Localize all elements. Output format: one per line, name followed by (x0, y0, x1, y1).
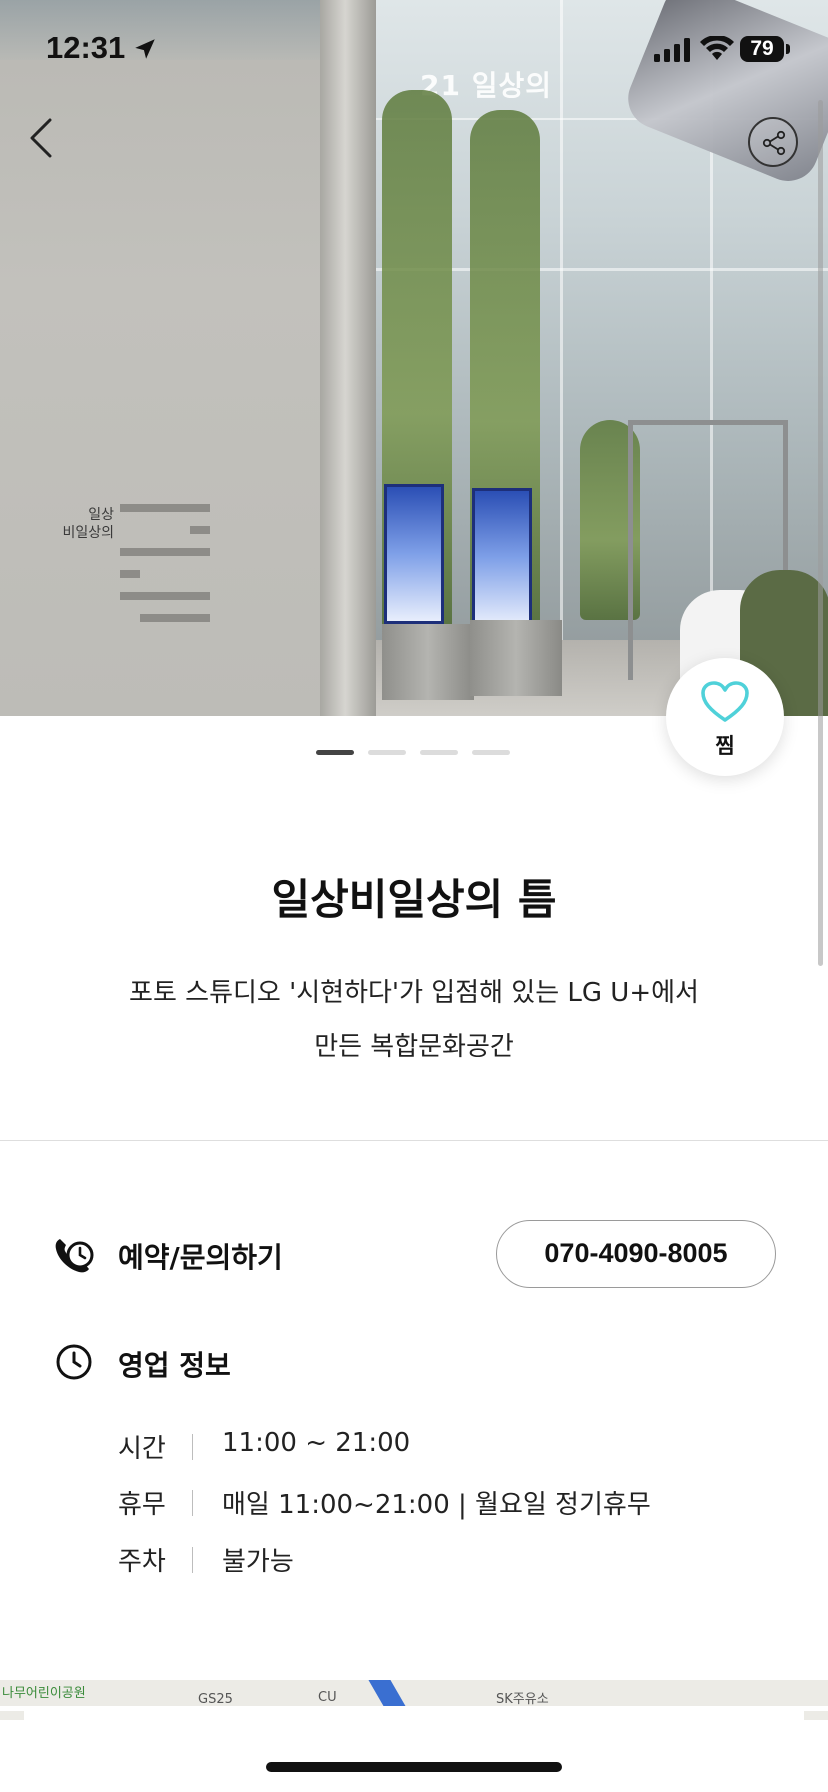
wall-sign-line: 일상 (88, 507, 114, 523)
hours-separator (192, 1434, 193, 1460)
hours-key: 휴무 (118, 1490, 166, 1520)
hours-value: 매일 11:00~21:00 | 월요일 정기휴무 (222, 1490, 651, 1520)
hours-key: 시간 (118, 1434, 166, 1464)
place-title: 일상비일상의 틈 (271, 875, 557, 924)
bottom-sheet-edge (24, 1706, 804, 1726)
business-info-heading: 영업 정보 (118, 1349, 231, 1382)
reservation-heading: 예약/문의하기 (118, 1241, 283, 1274)
hours-separator (192, 1547, 193, 1573)
pager-dot-3[interactable] (420, 750, 458, 755)
planter-box (382, 624, 474, 700)
heart-outline-icon (701, 681, 749, 722)
hours-separator (192, 1490, 193, 1516)
wifi-icon (700, 36, 734, 60)
wall-sign-text: 일상 비일상의 (58, 506, 114, 542)
section-divider (0, 1140, 828, 1141)
pager-dot-2[interactable] (368, 750, 406, 755)
status-time: 12:31 (46, 30, 126, 65)
share-icon (762, 130, 786, 156)
place-description-line: 포토 스튜디오 '시현하다'가 입점해 있는 LG U+에서 (129, 978, 699, 1008)
wall-sign-logo (120, 504, 210, 628)
hours-value: 불가능 (222, 1547, 294, 1577)
back-button[interactable] (18, 110, 64, 166)
phone-number-button[interactable]: 070-4090-8005 (496, 1220, 776, 1288)
clock-icon (56, 1344, 92, 1380)
poster-display (472, 488, 532, 628)
phone-clock-icon (55, 1239, 94, 1273)
map-label: SK주유소 (496, 1692, 549, 1707)
home-indicator[interactable] (266, 1762, 562, 1772)
location-arrow-icon (135, 39, 155, 59)
like-label: 찜 (715, 734, 735, 758)
wall-sign-line: 비일상의 (62, 525, 114, 541)
hero-pillar (320, 0, 376, 716)
status-bar: 12:31 79 (0, 0, 828, 100)
map-label: 나무어린이공원 (2, 1686, 86, 1701)
place-description: 포토 스튜디오 '시현하다'가 입점해 있는 LG U+에서 만든 복합문화공간 (60, 966, 768, 1074)
battery-indicator: 79 (740, 36, 784, 62)
pager-dot-4[interactable] (472, 750, 510, 755)
battery-tip (786, 44, 790, 54)
chevron-left-icon (30, 118, 52, 158)
map-label: GS25 (198, 1692, 233, 1707)
scrollbar[interactable] (818, 100, 823, 966)
share-button[interactable] (748, 117, 798, 167)
hours-value: 11:00 ~ 21:00 (222, 1428, 411, 1458)
poster-display (384, 484, 444, 624)
hero-photo[interactable]: 21 일상의 일상 비일상의 (0, 0, 828, 716)
image-pager[interactable] (316, 750, 510, 756)
map-label: CU (318, 1690, 337, 1705)
like-button[interactable]: 찜 (666, 658, 784, 776)
cellular-signal-icon (654, 38, 690, 62)
place-description-line: 만든 복합문화공간 (314, 1032, 514, 1062)
hours-key: 주차 (118, 1547, 166, 1577)
planter-box (470, 620, 562, 696)
pager-dot-1[interactable] (316, 750, 354, 755)
